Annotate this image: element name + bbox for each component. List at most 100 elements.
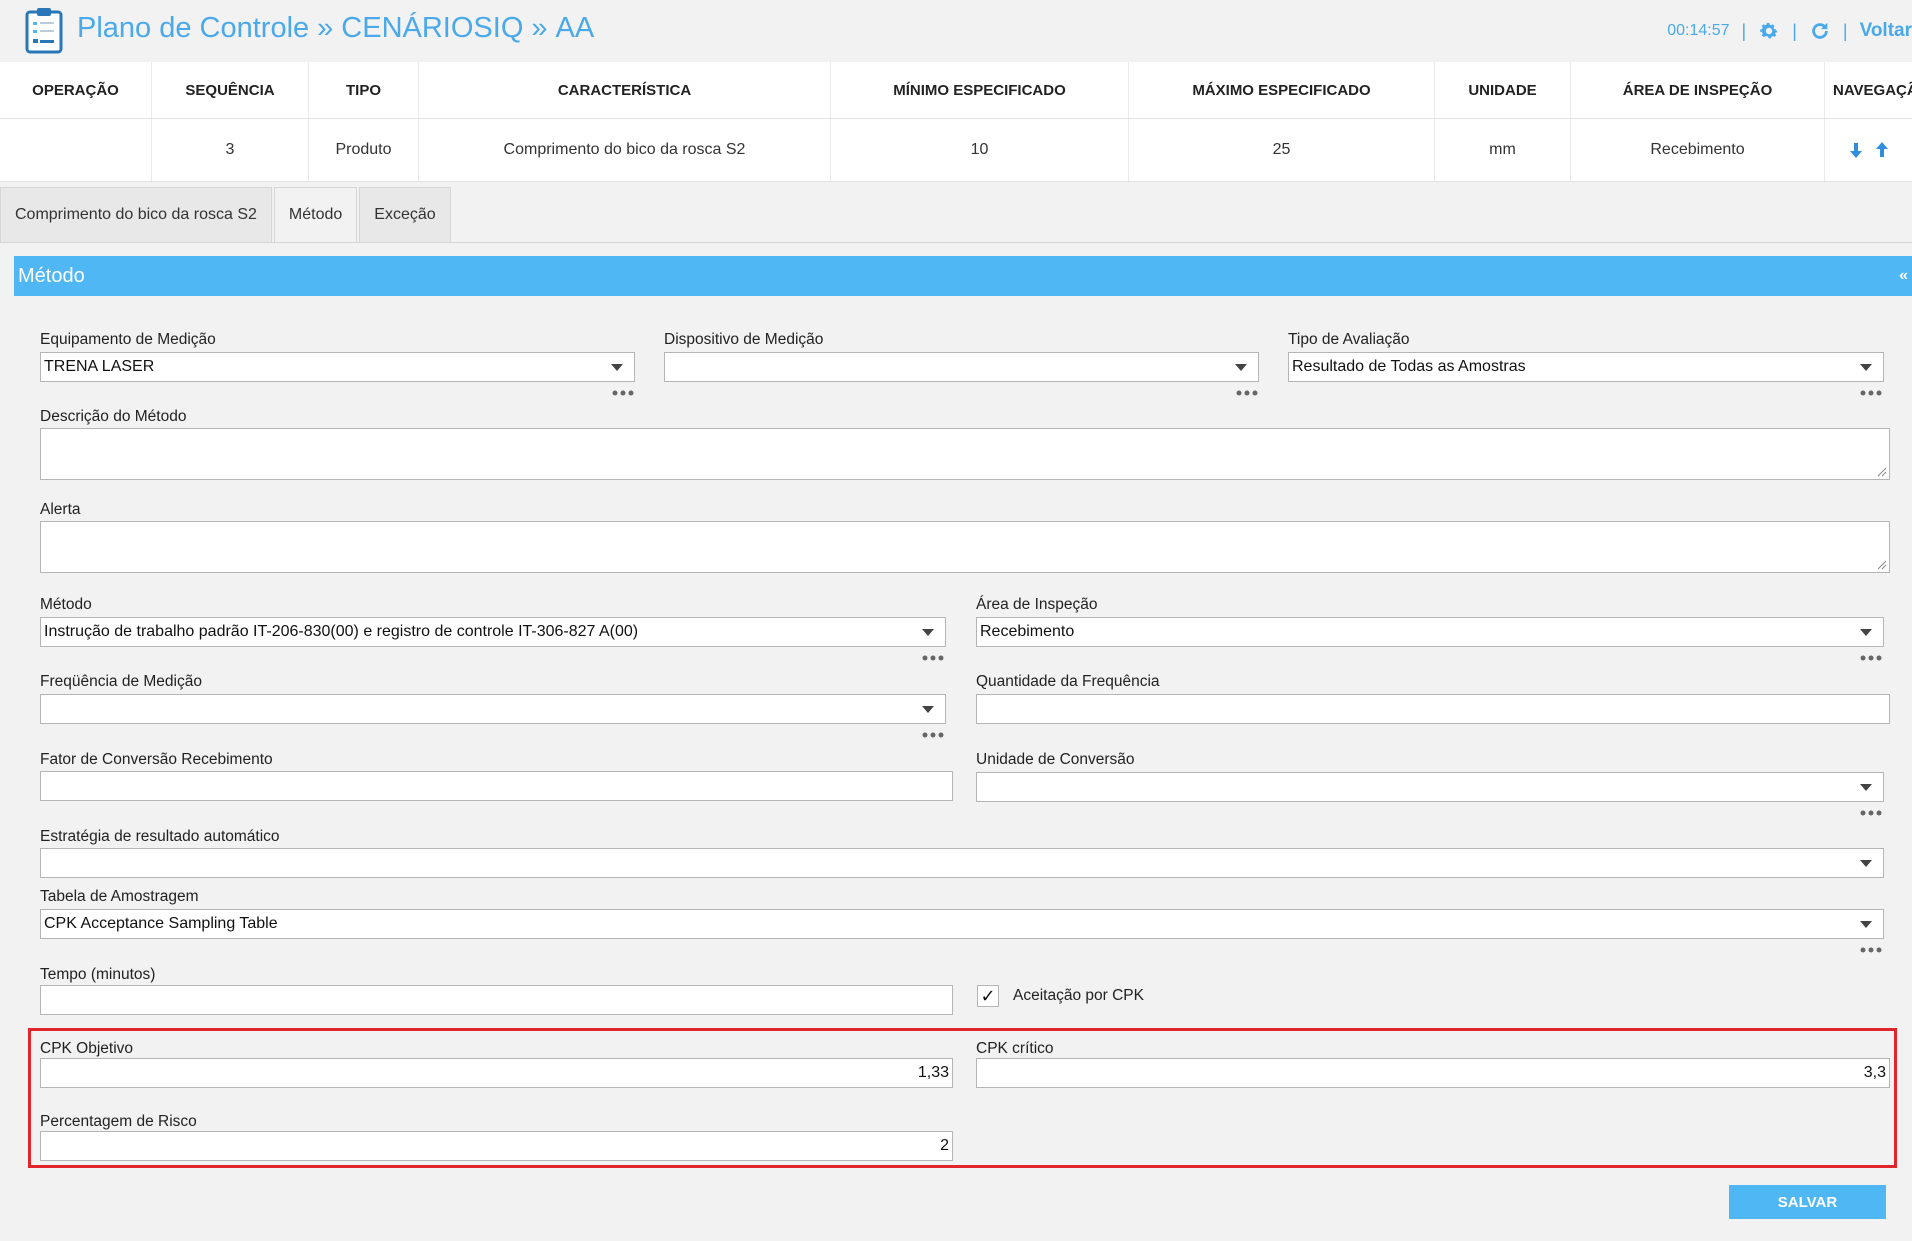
cell-navegacao bbox=[1825, 119, 1912, 181]
metodo-select[interactable]: Instrução de trabalho padrão IT-206-830(… bbox=[40, 617, 946, 647]
equipamento-select[interactable]: TRENA LASER bbox=[40, 352, 635, 382]
chevron-down-icon bbox=[1860, 920, 1872, 928]
tab-metodo[interactable]: Método bbox=[273, 187, 358, 242]
tipo-avaliacao-value: Resultado de Todas as Amostras bbox=[1292, 358, 1526, 375]
cell-unidade: mm bbox=[1435, 119, 1571, 181]
cpk-critico-input[interactable]: 3,3 bbox=[976, 1058, 1890, 1088]
tabela-amostragem-value: CPK Acceptance Sampling Table bbox=[44, 915, 278, 932]
col-area: ÁREA DE INSPEÇÃO bbox=[1571, 62, 1825, 118]
resize-grip-icon[interactable] bbox=[1877, 560, 1887, 570]
estrategia-select[interactable] bbox=[40, 848, 1884, 878]
equipamento-value: TRENA LASER bbox=[44, 358, 155, 375]
panel-title: Método bbox=[18, 264, 85, 287]
more-options-icon[interactable] bbox=[612, 390, 634, 396]
title-plano: Plano de Controle bbox=[77, 12, 310, 44]
col-sequencia: SEQUÊNCIA bbox=[152, 62, 309, 118]
dispositivo-select[interactable] bbox=[664, 352, 1259, 382]
fator-conversao-label: Fator de Conversão Recebimento bbox=[40, 751, 273, 768]
more-options-icon[interactable] bbox=[1860, 947, 1882, 953]
back-link[interactable]: Voltar bbox=[1860, 20, 1912, 42]
more-options-icon[interactable] bbox=[1860, 810, 1882, 816]
more-options-icon[interactable] bbox=[1236, 390, 1258, 396]
separator: | bbox=[1741, 20, 1747, 41]
clipboard-icon bbox=[25, 8, 63, 54]
more-options-icon[interactable] bbox=[922, 732, 944, 738]
cell-area: Recebimento bbox=[1571, 119, 1825, 181]
tempo-input[interactable] bbox=[40, 985, 953, 1015]
col-operacao: OPERAÇÃO bbox=[0, 62, 152, 118]
aceitacao-cpk-checkbox[interactable]: ✓ bbox=[977, 985, 999, 1007]
equipamento-label: Equipamento de Medição bbox=[40, 331, 216, 348]
more-options-icon[interactable] bbox=[922, 655, 944, 661]
collapse-icon[interactable]: « bbox=[1899, 267, 1908, 285]
chevron-down-icon bbox=[922, 628, 934, 636]
col-maximo: MÁXIMO ESPECIFICADO bbox=[1129, 62, 1435, 118]
tipo-avaliacao-label: Tipo de Avaliação bbox=[1288, 331, 1410, 348]
cpk-objetivo-input[interactable]: 1,33 bbox=[40, 1058, 953, 1088]
area-inspecao-select[interactable]: Recebimento bbox=[976, 617, 1884, 647]
descricao-label: Descrição do Método bbox=[40, 408, 187, 425]
chevron-down-icon bbox=[1860, 783, 1872, 791]
cell-sequencia: 3 bbox=[152, 119, 309, 181]
chevron-down-icon bbox=[1860, 859, 1872, 867]
alerta-label: Alerta bbox=[40, 501, 81, 518]
col-tipo: TIPO bbox=[309, 62, 419, 118]
aceitacao-cpk-label: Aceitação por CPK bbox=[1013, 987, 1144, 1004]
unidade-conversao-label: Unidade de Conversão bbox=[976, 751, 1135, 768]
tab-caracteristica[interactable]: Comprimento do bico da rosca S2 bbox=[0, 187, 272, 242]
tab-divider bbox=[0, 242, 1912, 243]
chevron-down-icon bbox=[611, 363, 623, 371]
area-inspecao-value: Recebimento bbox=[980, 623, 1075, 640]
tab-bar: Comprimento do bico da rosca S2 Método E… bbox=[0, 187, 453, 243]
metodo-value: Instrução de trabalho padrão IT-206-830(… bbox=[44, 623, 639, 640]
percentagem-risco-label: Percentagem de Risco bbox=[40, 1113, 197, 1130]
estrategia-label: Estratégia de resultado automático bbox=[40, 828, 280, 845]
tipo-avaliacao-select[interactable]: Resultado de Todas as Amostras bbox=[1288, 352, 1884, 382]
area-inspecao-label: Área de Inspeção bbox=[976, 596, 1098, 613]
breadcrumb-separator: » bbox=[317, 12, 334, 44]
cell-tipo: Produto bbox=[309, 119, 419, 181]
quantidade-frequencia-input[interactable] bbox=[976, 694, 1890, 724]
col-navegacao: NAVEGAÇÃO bbox=[1833, 81, 1912, 99]
col-caracteristica: CARACTERÍSTICA bbox=[419, 62, 831, 118]
frequencia-label: Freqüência de Medição bbox=[40, 673, 202, 690]
quantidade-frequencia-label: Quantidade da Frequência bbox=[976, 673, 1160, 690]
frequencia-select[interactable] bbox=[40, 694, 946, 724]
more-options-icon[interactable] bbox=[1860, 390, 1882, 396]
page-title: Plano de Controle» CENÁRIOSIQ» AA bbox=[77, 12, 594, 45]
arrow-up-icon[interactable] bbox=[1873, 141, 1891, 159]
descricao-textarea[interactable] bbox=[40, 428, 1890, 480]
cell-operacao bbox=[0, 119, 152, 181]
separator: | bbox=[1792, 20, 1797, 41]
breadcrumb-separator: » bbox=[531, 12, 548, 44]
arrow-down-icon[interactable] bbox=[1847, 141, 1865, 159]
save-button[interactable]: SALVAR bbox=[1729, 1185, 1886, 1219]
metodo-panel-header: Método « bbox=[14, 256, 1912, 296]
tab-excecao[interactable]: Exceção bbox=[359, 187, 451, 242]
metodo-label: Método bbox=[40, 596, 92, 613]
alerta-textarea[interactable] bbox=[40, 521, 1890, 573]
tabela-amostragem-label: Tabela de Amostragem bbox=[40, 888, 199, 905]
characteristics-table: OPERAÇÃO SEQUÊNCIA TIPO CARACTERÍSTICA M… bbox=[0, 62, 1912, 182]
percentagem-risco-input[interactable]: 2 bbox=[40, 1131, 953, 1161]
chevron-down-icon bbox=[1235, 363, 1247, 371]
gear-icon[interactable] bbox=[1758, 20, 1780, 42]
cell-minimo: 10 bbox=[831, 119, 1129, 181]
fator-conversao-input[interactable] bbox=[40, 771, 953, 801]
app-header: Plano de Controle» CENÁRIOSIQ» AA 00:14:57… bbox=[0, 0, 1912, 62]
chevron-down-icon bbox=[922, 705, 934, 713]
tabela-amostragem-select[interactable]: CPK Acceptance Sampling Table bbox=[40, 909, 1884, 939]
col-minimo: MÍNIMO ESPECIFICADO bbox=[831, 62, 1129, 118]
title-aa: AA bbox=[555, 12, 595, 44]
table-row[interactable]: 3 Produto Comprimento do bico da rosca S… bbox=[0, 119, 1912, 182]
more-options-icon[interactable] bbox=[1860, 655, 1882, 661]
resize-grip-icon[interactable] bbox=[1877, 467, 1887, 477]
refresh-icon[interactable] bbox=[1809, 20, 1831, 42]
chevron-down-icon bbox=[1860, 363, 1872, 371]
tempo-label: Tempo (minutos) bbox=[40, 966, 156, 983]
cpk-critico-label: CPK crítico bbox=[976, 1040, 1054, 1057]
unidade-conversao-select[interactable] bbox=[976, 772, 1884, 802]
header-actions: 00:14:57 | | | Voltar bbox=[1667, 18, 1912, 44]
cell-maximo: 25 bbox=[1129, 119, 1435, 181]
col-unidade: UNIDADE bbox=[1435, 62, 1571, 118]
